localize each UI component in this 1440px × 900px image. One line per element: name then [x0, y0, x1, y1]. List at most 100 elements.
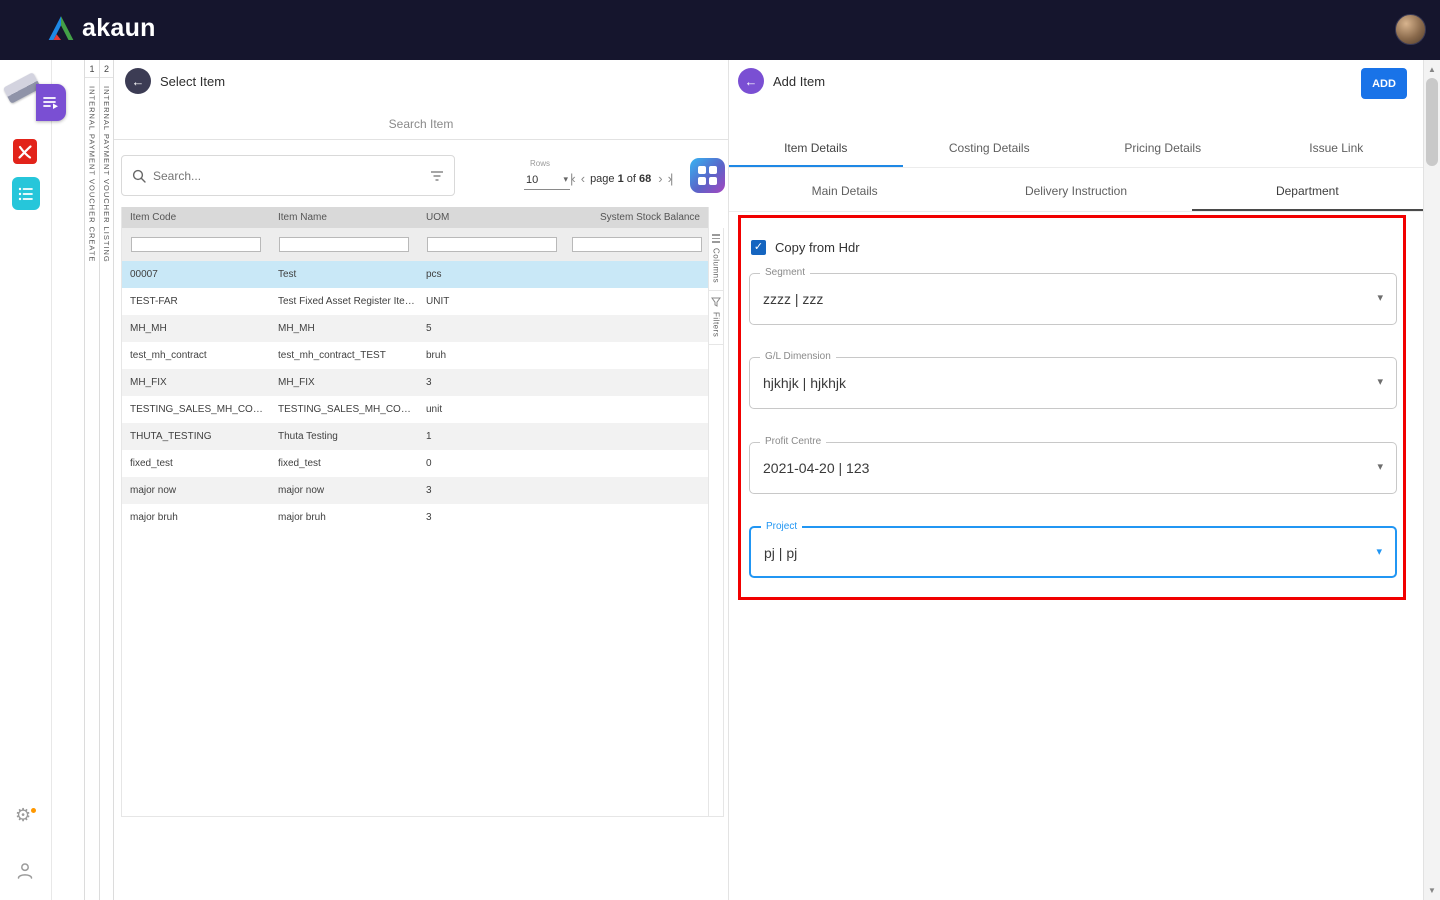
field-label: Project: [761, 521, 802, 532]
search-input[interactable]: [153, 169, 423, 183]
module-tab-internal-payment-voucher-listing[interactable]: 2 INTERNAL PAYMENT VOUCHER LISTING: [99, 60, 114, 900]
field-value: hjkhjk | hjkhjk: [763, 375, 846, 391]
profit-centre-dropdown[interactable]: Profit Centre 2021-04-20 | 123 ▾: [749, 442, 1397, 494]
brand-triangle-icon: [46, 15, 76, 42]
chevron-down-icon: ▾: [563, 174, 568, 185]
cell-uom: 3: [418, 512, 566, 523]
cell-uom: 5: [418, 323, 566, 334]
pagination: |‹ ‹ page 1 of 68 › ›|: [570, 172, 671, 185]
list-app-button[interactable]: [12, 177, 40, 210]
detail-tabs: Item Details Costing Details Pricing Det…: [729, 130, 1423, 168]
subtab-delivery-instruction[interactable]: Delivery Instruction: [960, 172, 1191, 211]
segment-dropdown[interactable]: Segment zzzz | zzz ▾: [749, 273, 1397, 325]
cell-uom: 3: [418, 377, 566, 388]
filter-input-item-code[interactable]: [131, 237, 261, 252]
back-button[interactable]: ←: [125, 68, 151, 94]
cell-item-code: MH_MH: [122, 323, 270, 334]
scroll-down-arrow-icon[interactable]: ▼: [1424, 886, 1440, 895]
table-row[interactable]: 00007 Test pcs: [122, 261, 708, 288]
pdf-app-button[interactable]: [13, 139, 37, 164]
scrollbar-thumb[interactable]: [1426, 78, 1438, 166]
cell-item-code: test_mh_contract: [122, 350, 270, 361]
table-row[interactable]: MH_FIX MH_FIX 3: [122, 369, 708, 396]
prev-page-button[interactable]: ‹: [581, 172, 583, 185]
table-row[interactable]: major now major now 3: [122, 477, 708, 504]
cell-item-name: Thuta Testing: [270, 431, 418, 442]
cell-item-code: THUTA_TESTING: [122, 431, 270, 442]
first-page-button[interactable]: |‹: [570, 172, 574, 185]
table-row[interactable]: TESTING_SALES_MH_CONTRACT TESTING_SALES_…: [122, 396, 708, 423]
filters-label: Filters: [712, 312, 721, 337]
module-tab-number: 2: [100, 60, 113, 78]
subtab-department[interactable]: Department: [1192, 172, 1423, 211]
chevron-down-icon: ▾: [1377, 291, 1383, 304]
cell-item-name: MH_MH: [270, 323, 418, 334]
columns-label: Columns: [712, 248, 721, 283]
gl-dimension-dropdown[interactable]: G/L Dimension hjkhjk | hjkhjk ▾: [749, 357, 1397, 409]
filter-input-stock-balance[interactable]: [572, 237, 702, 252]
copy-from-hdr-checkbox[interactable]: ✓ Copy from Hdr: [751, 240, 860, 255]
grid-apps-icon[interactable]: [690, 158, 725, 193]
pdf-icon: [17, 144, 33, 160]
page-scrollbar[interactable]: ▲ ▼: [1423, 60, 1440, 900]
rows-value: 10: [526, 174, 538, 186]
add-button[interactable]: ADD: [1361, 68, 1407, 99]
cell-item-code: TEST-FAR: [122, 296, 270, 307]
rows-label: Rows: [530, 159, 550, 168]
department-form-highlight: ✓ Copy from Hdr Segment zzzz | zzz ▾ G/L…: [738, 215, 1406, 600]
page-indicator: page 1 of 68: [590, 173, 651, 185]
field-label: Profit Centre: [760, 436, 826, 447]
search-box: [121, 155, 455, 196]
playlist-menu-icon: [43, 95, 60, 111]
cell-item-code: major bruh: [122, 512, 270, 523]
module-tab-number: 1: [85, 60, 99, 78]
user-avatar[interactable]: [1395, 14, 1426, 45]
subtab-main-details[interactable]: Main Details: [729, 172, 960, 211]
cell-item-name: major bruh: [270, 512, 418, 523]
cell-item-name: MH_FIX: [270, 377, 418, 388]
brand-logo[interactable]: akaun: [46, 15, 156, 42]
arrow-left-icon: ←: [745, 74, 758, 89]
checkbox-label: Copy from Hdr: [775, 240, 860, 255]
project-dropdown[interactable]: Project pj | pj ▾: [749, 526, 1397, 578]
current-page: 1: [618, 173, 624, 185]
cell-uom: bruh: [418, 350, 566, 361]
cell-item-code: fixed_test: [122, 458, 270, 469]
scroll-up-arrow-icon[interactable]: ▲: [1424, 65, 1440, 74]
table-row[interactable]: test_mh_contract test_mh_contract_TEST b…: [122, 342, 708, 369]
page-title: Add Item: [773, 74, 825, 89]
list-icon: [17, 185, 35, 203]
cell-item-name: TESTING_SALES_MH_CONTRACT: [270, 404, 418, 415]
field-value: zzzz | zzz: [763, 291, 823, 307]
table-row[interactable]: fixed_test fixed_test 0: [122, 450, 708, 477]
checkbox-checked-icon: ✓: [751, 240, 766, 255]
add-item-panel: ← Add Item ADD Item Details Costing Deta…: [728, 60, 1423, 900]
table-row[interactable]: major bruh major bruh 3: [122, 504, 708, 531]
last-page-button[interactable]: ›|: [668, 172, 672, 185]
tab-pricing-details[interactable]: Pricing Details: [1076, 130, 1250, 167]
next-page-button[interactable]: ›: [658, 172, 660, 185]
rows-per-page-select[interactable]: 10 ▾: [524, 170, 570, 190]
header-uom: UOM: [418, 207, 566, 228]
tab-item-details[interactable]: Item Details: [729, 130, 903, 167]
search-icon: [132, 169, 146, 183]
filter-list-icon[interactable]: [430, 170, 444, 182]
filter-input-uom[interactable]: [427, 237, 557, 252]
app-launcher-tab[interactable]: [36, 84, 66, 121]
back-button[interactable]: ←: [738, 68, 764, 94]
table-row[interactable]: THUTA_TESTING Thuta Testing 1: [122, 423, 708, 450]
tab-costing-details[interactable]: Costing Details: [903, 130, 1077, 167]
table-row[interactable]: TEST-FAR Test Fixed Asset Register Item …: [122, 288, 708, 315]
cell-item-name: Test: [270, 269, 418, 280]
profile-person-icon[interactable]: [15, 861, 35, 886]
table-header-row: Item Code Item Name UOM System Stock Bal…: [122, 207, 708, 228]
columns-tool-button[interactable]: Columns: [709, 228, 723, 291]
table-row[interactable]: MH_MH MH_MH 5: [122, 315, 708, 342]
module-tab-internal-payment-voucher-create[interactable]: 1 INTERNAL PAYMENT VOUCHER CREATE: [84, 60, 99, 900]
tab-issue-link[interactable]: Issue Link: [1250, 130, 1424, 167]
table-tools-strip: Columns Filters: [709, 228, 724, 817]
filter-input-item-name[interactable]: [279, 237, 409, 252]
settings-gear-icon[interactable]: ⚙: [15, 806, 31, 824]
tab-search-item[interactable]: Search Item: [114, 108, 728, 140]
filters-tool-button[interactable]: Filters: [709, 291, 723, 345]
